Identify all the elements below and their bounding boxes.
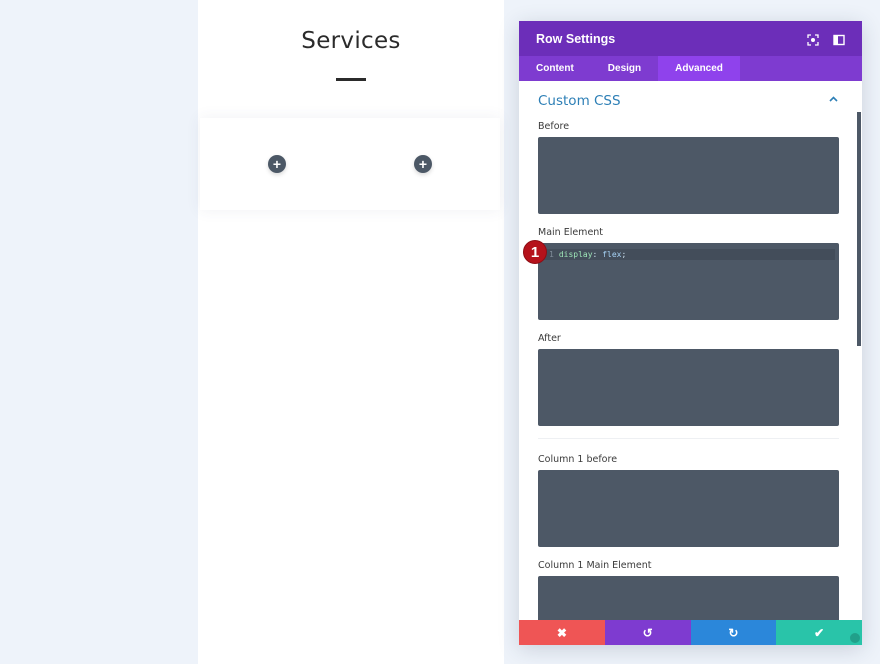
header-icons: [807, 33, 845, 46]
plus-icon: +: [272, 156, 282, 172]
field-label-after: After: [538, 333, 561, 344]
css-editor-column-1-main-element[interactable]: [538, 576, 839, 620]
css-colon: :: [592, 250, 598, 259]
tab-design[interactable]: Design: [591, 56, 658, 81]
css-editor-column-1-before[interactable]: [538, 470, 839, 547]
css-editor-after[interactable]: [538, 349, 839, 426]
title-divider: [336, 78, 366, 81]
close-icon: ✖: [556, 625, 567, 640]
row-block[interactable]: + +: [200, 118, 500, 210]
modal-header[interactable]: Row Settings: [519, 21, 862, 56]
field-label-main-element: Main Element: [538, 227, 604, 238]
cancel-button[interactable]: ✖: [519, 620, 605, 645]
sidebar-toggle-icon[interactable]: [833, 33, 845, 45]
add-module-button-column-1[interactable]: +: [268, 155, 286, 173]
css-value: flex: [602, 250, 622, 259]
field-label-column-1-main-element: Column 1 Main Element: [538, 560, 652, 571]
check-icon: ✔: [814, 625, 825, 640]
modal-footer: ✖ ↺ ↻ ✔: [519, 620, 862, 645]
save-button[interactable]: ✔: [776, 620, 862, 645]
plus-icon: +: [418, 156, 428, 172]
tab-advanced[interactable]: Advanced: [658, 56, 740, 81]
line-number: 1: [549, 250, 554, 259]
tab-content[interactable]: Content: [519, 56, 591, 81]
field-label-column-1-before: Column 1 before: [538, 454, 618, 465]
tab-bar: Content Design Advanced: [519, 56, 862, 81]
page-canvas: Services + +: [198, 0, 504, 664]
section-title-custom-css[interactable]: Custom CSS: [538, 93, 621, 109]
field-label-before: Before: [538, 121, 570, 132]
divider: [538, 438, 839, 439]
undo-button[interactable]: ↺: [604, 620, 691, 645]
focus-mode-icon[interactable]: [807, 33, 819, 46]
settings-content: Custom CSS Before Main Element 1 display:…: [519, 81, 862, 620]
css-editor-main-element[interactable]: 1 display: flex;: [538, 243, 839, 320]
css-property: display: [558, 250, 593, 259]
code-line: 1 display: flex;: [538, 249, 835, 260]
undo-icon: ↺: [642, 625, 653, 640]
row-settings-modal: Row Settings Content Design Advanced Cus…: [519, 21, 862, 645]
add-module-button-column-2[interactable]: +: [414, 155, 432, 173]
scrollbar[interactable]: [857, 112, 861, 346]
modal-title: Row Settings: [536, 31, 616, 46]
css-editor-before[interactable]: [538, 137, 839, 214]
resize-handle[interactable]: [850, 633, 860, 643]
page-title: Services: [301, 28, 401, 54]
redo-icon: ↻: [728, 625, 739, 640]
redo-button[interactable]: ↻: [690, 620, 777, 645]
annotation-badge: 1: [523, 240, 547, 264]
chevron-up-icon[interactable]: [829, 93, 838, 105]
css-semicolon: ;: [621, 250, 627, 259]
